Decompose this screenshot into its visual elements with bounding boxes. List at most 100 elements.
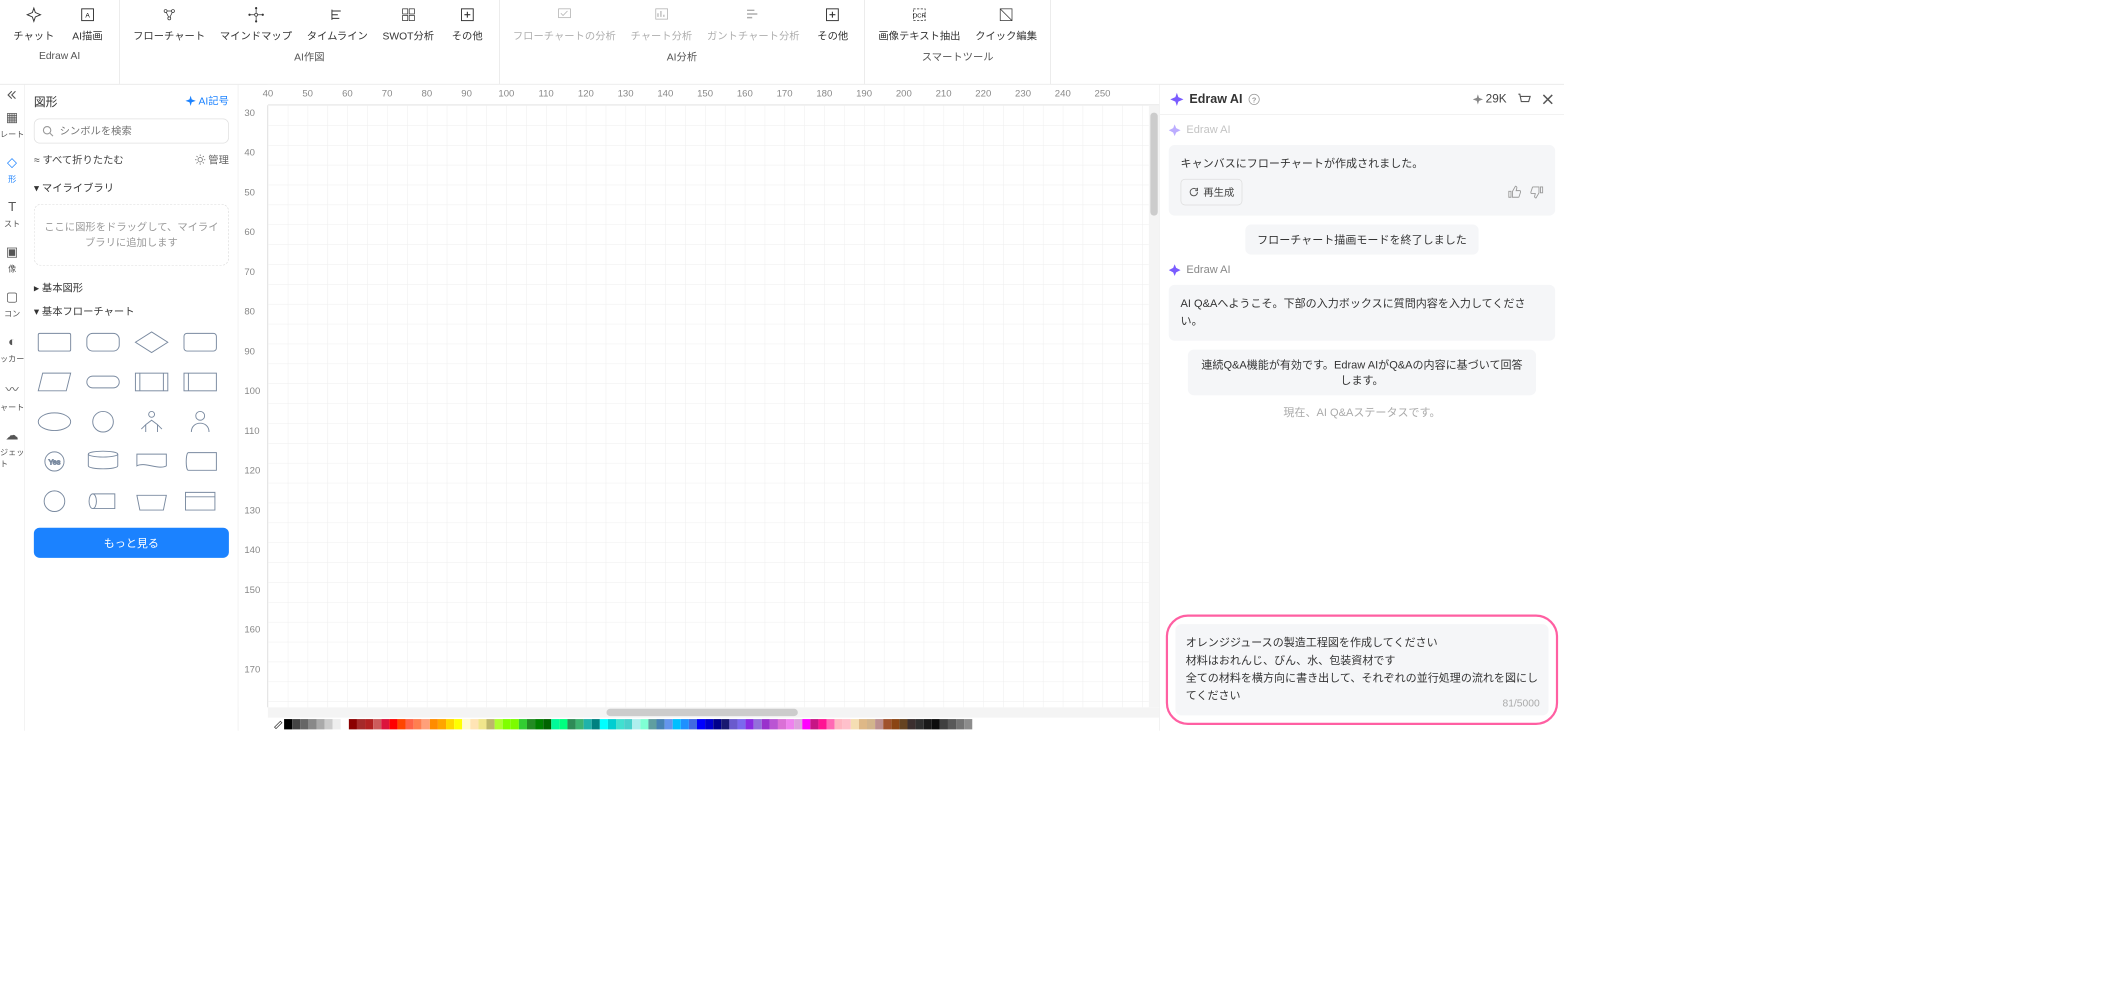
ai-credits[interactable]: 29K — [1472, 93, 1506, 106]
color-swatch[interactable] — [616, 719, 624, 729]
color-swatch[interactable] — [964, 719, 972, 729]
color-swatch[interactable] — [924, 719, 932, 729]
more-shapes-button[interactable]: もっと見る — [34, 528, 229, 558]
color-swatch[interactable] — [835, 719, 843, 729]
flowchart-shape-13[interactable] — [82, 445, 123, 477]
thumbs-down-icon[interactable] — [1530, 186, 1543, 199]
toolbar-plus[interactable]: その他 — [807, 4, 859, 45]
color-swatch[interactable] — [859, 719, 867, 729]
flowchart-shape-19[interactable] — [180, 485, 221, 517]
flowchart-shape-15[interactable] — [180, 445, 221, 477]
color-swatch[interactable] — [916, 719, 924, 729]
rail-box[interactable]: ▢コン — [0, 282, 24, 327]
scrollbar-vertical[interactable] — [1149, 105, 1159, 707]
color-swatch[interactable] — [891, 719, 899, 729]
color-swatch[interactable] — [308, 719, 316, 729]
rail-text[interactable]: Tスト — [0, 192, 24, 237]
canvas[interactable] — [268, 105, 1149, 707]
toolbar-plus[interactable]: その他 — [441, 4, 493, 45]
flowchart-shape-18[interactable] — [131, 485, 172, 517]
color-swatch[interactable] — [883, 719, 891, 729]
color-swatch[interactable] — [729, 719, 737, 729]
flowchart-shape-9[interactable] — [82, 406, 123, 438]
color-swatch[interactable] — [397, 719, 405, 729]
color-swatch[interactable] — [470, 719, 478, 729]
thumbs-up-icon[interactable] — [1508, 186, 1521, 199]
color-swatch[interactable] — [527, 719, 535, 729]
color-swatch[interactable] — [754, 719, 762, 729]
flowchart-shape-12[interactable]: Yes — [34, 445, 75, 477]
color-swatch[interactable] — [948, 719, 956, 729]
color-swatch[interactable] — [657, 719, 665, 729]
flowchart-shape-10[interactable] — [131, 406, 172, 438]
color-swatch[interactable] — [430, 719, 438, 729]
color-swatch[interactable] — [762, 719, 770, 729]
color-swatch[interactable] — [357, 719, 365, 729]
section-mylibrary[interactable]: ▾ マイライブラリ — [34, 176, 229, 200]
color-swatch[interactable] — [867, 719, 875, 729]
toolbar-quick[interactable]: クイック編集 — [968, 4, 1045, 45]
symbol-search-input[interactable] — [60, 125, 221, 137]
scrollbar-horizontal[interactable] — [268, 707, 1159, 717]
color-swatch[interactable] — [422, 719, 430, 729]
flowchart-shape-16[interactable] — [34, 485, 75, 517]
color-swatch[interactable] — [932, 719, 940, 729]
color-swatch[interactable] — [462, 719, 470, 729]
color-swatch[interactable] — [551, 719, 559, 729]
toolbar-flowchart[interactable]: フローチャート — [126, 4, 213, 45]
collapse-left-icon[interactable] — [0, 88, 24, 103]
color-swatch[interactable] — [778, 719, 786, 729]
symbol-search[interactable] — [34, 118, 229, 143]
color-swatch[interactable] — [956, 719, 964, 729]
color-swatch[interactable] — [478, 719, 486, 729]
color-swatch[interactable] — [519, 719, 527, 729]
color-swatch[interactable] — [697, 719, 705, 729]
color-swatch[interactable] — [681, 719, 689, 729]
flowchart-shape-2[interactable] — [131, 326, 172, 358]
color-swatch[interactable] — [535, 719, 543, 729]
toolbar-ocr[interactable]: OCR画像テキスト抽出 — [871, 4, 968, 45]
color-swatch[interactable] — [843, 719, 851, 729]
color-swatch[interactable] — [300, 719, 308, 729]
color-swatch[interactable] — [713, 719, 721, 729]
color-swatch[interactable] — [559, 719, 567, 729]
color-swatch[interactable] — [341, 719, 349, 729]
rail-image[interactable]: ▣像 — [0, 237, 24, 282]
color-swatch[interactable] — [584, 719, 592, 729]
color-swatch[interactable] — [640, 719, 648, 729]
flowchart-shape-11[interactable] — [180, 406, 221, 438]
color-swatch[interactable] — [786, 719, 794, 729]
color-swatch[interactable] — [818, 719, 826, 729]
toolbar-sparkle[interactable]: チャット — [6, 4, 62, 45]
color-swatch[interactable] — [940, 719, 948, 729]
color-swatch[interactable] — [827, 719, 835, 729]
rail-chart[interactable]: 〰ャート — [0, 372, 24, 421]
close-icon[interactable] — [1542, 93, 1554, 105]
color-swatch[interactable] — [794, 719, 802, 729]
toolbar-image-ai[interactable]: AAI描画 — [62, 4, 114, 45]
color-swatch[interactable] — [381, 719, 389, 729]
color-swatch[interactable] — [592, 719, 600, 729]
section-basic-shapes[interactable]: ▸ 基本図形 — [34, 276, 229, 300]
color-swatch[interactable] — [365, 719, 373, 729]
flowchart-shape-6[interactable] — [131, 366, 172, 398]
rail-shape[interactable]: ◇形 — [0, 147, 24, 192]
color-swatch[interactable] — [503, 719, 511, 729]
color-swatch[interactable] — [705, 719, 713, 729]
color-swatch[interactable] — [486, 719, 494, 729]
color-swatch[interactable] — [349, 719, 357, 729]
ai-prompt-input[interactable]: オレンジジュースの製造工程図を作成してください 材料はおれんじ、びん、水、包装資… — [1175, 624, 1548, 715]
color-swatch[interactable] — [737, 719, 745, 729]
toolbar-timeline[interactable]: タイムライン — [299, 4, 375, 45]
color-swatch[interactable] — [495, 719, 503, 729]
color-swatch[interactable] — [414, 719, 422, 729]
toolbar-swot[interactable]: SWOT分析 — [375, 4, 441, 45]
flowchart-shape-14[interactable] — [131, 445, 172, 477]
mylibrary-dropzone[interactable]: ここに図形をドラッグして、マイライブラリに追加します — [34, 204, 229, 266]
flowchart-shape-8[interactable] — [34, 406, 75, 438]
color-swatch[interactable] — [802, 719, 810, 729]
color-swatch[interactable] — [721, 719, 729, 729]
flowchart-shape-5[interactable] — [82, 366, 123, 398]
color-swatch[interactable] — [567, 719, 575, 729]
rail-grid[interactable]: ▦レート — [0, 102, 24, 147]
